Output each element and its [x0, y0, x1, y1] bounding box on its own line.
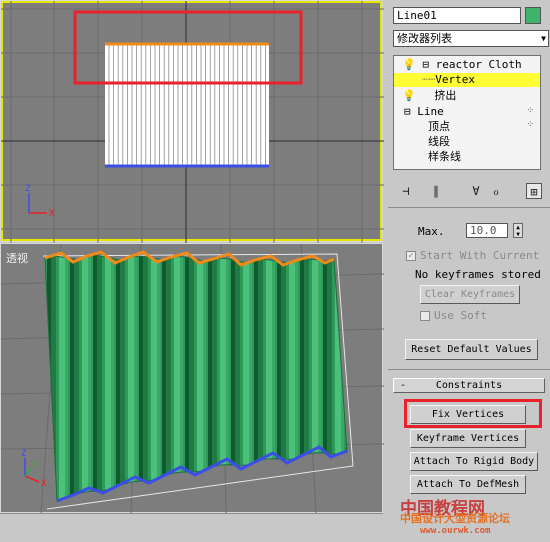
stack-item-spline[interactable]: 样条线 [428, 150, 461, 164]
clear-keyframes-button[interactable]: Clear Keyframes [420, 285, 520, 304]
make-unique-icon[interactable]: ∀ [468, 183, 484, 199]
stack-item-label: 顶点 [428, 120, 450, 133]
vertex-dots-icon: ⁘ [526, 106, 534, 116]
use-soft-label: Use Soft [434, 309, 487, 322]
stack-item-extrude[interactable]: 💡 挤出 [402, 89, 456, 103]
stack-item-label: Line [417, 105, 444, 118]
persp-axis-x-label: X [41, 479, 47, 489]
stack-item-label: 线段 [428, 135, 450, 148]
top-viewport-canvas: Z X [1, 1, 384, 243]
max-spinner[interactable]: ▲ ▼ [513, 223, 523, 238]
perspective-canvas: Z X Y [1, 244, 384, 514]
no-keyframes-label: No keyframes stored [415, 268, 541, 281]
attach-to-rigid-body-button[interactable]: Attach To Rigid Body [410, 452, 538, 471]
stack-item-line[interactable]: ⊟ Line [404, 105, 444, 119]
stack-item-label: 挤出 [434, 89, 457, 102]
axis-gizmo [28, 193, 47, 214]
expand-icon[interactable]: ⊟ [404, 105, 411, 118]
start-with-current-row[interactable]: ✓ Start With Current [406, 249, 539, 262]
persp-axis-z-label: Z [21, 449, 27, 459]
watermark-subtitle: 中国设计大型资源论坛 [400, 512, 510, 525]
chevron-down-icon: ▼ [541, 34, 546, 43]
timeline-bar[interactable] [0, 513, 383, 542]
bulb-icon[interactable]: 💡 [402, 58, 416, 71]
configure-modifier-sets-icon[interactable]: ⊞ [526, 183, 542, 199]
persp-axis-y-label: Y [32, 460, 38, 470]
stack-item-label: Vertex [435, 73, 475, 86]
modifier-list-label: 修改器列表 [397, 32, 452, 45]
pin-stack-icon[interactable]: ⊣ [398, 183, 414, 199]
reset-default-values-button[interactable]: Reset Default Values [405, 339, 538, 360]
constraints-title: Constraints [435, 380, 503, 391]
viewport-label-perspective[interactable]: 透视 [6, 250, 28, 266]
vertex-dots-icon: ⁘ [526, 120, 534, 130]
watermark-url: www.ourwk.com [420, 526, 491, 536]
divider [388, 369, 550, 370]
remove-modifier-icon[interactable]: ℴ [488, 183, 504, 199]
keyframe-vertices-button[interactable]: Keyframe Vertices [410, 429, 526, 448]
axis-x-label: X [49, 209, 55, 219]
stack-item-vertex-sub[interactable]: 顶点 [428, 120, 450, 134]
expand-icon[interactable]: ⊟ [422, 58, 429, 71]
use-soft-row[interactable]: Use Soft [420, 309, 487, 322]
constraints-rollout-header[interactable]: - Constraints [393, 378, 545, 393]
use-soft-checkbox[interactable] [420, 311, 430, 321]
stack-item-vertex[interactable]: ┈┈Vertex [394, 73, 540, 87]
stack-item-label: reactor Cloth [435, 58, 522, 71]
cloth-object-perspective[interactable] [44, 254, 348, 502]
start-with-current-checkbox[interactable]: ✓ [406, 251, 416, 261]
show-end-result-icon[interactable]: ∥ [428, 183, 444, 199]
modifier-stack[interactable]: 💡 ⊟ reactor Cloth ┈┈Vertex 💡 挤出 ⊟ Line 顶… [393, 55, 541, 170]
max-value-field[interactable]: 10.0 [466, 223, 508, 238]
stack-item-segment[interactable]: 线段 [428, 135, 450, 149]
command-panel: Line01 修改器列表 ▼ 💡 ⊟ reactor Cloth ┈┈Verte… [388, 0, 550, 542]
axis-z-label: Z [25, 184, 31, 194]
bulb-icon[interactable]: 💡 [402, 89, 416, 102]
modifier-list-dropdown[interactable]: 修改器列表 ▼ [393, 30, 549, 47]
stack-item-reactor-cloth[interactable]: 💡 ⊟ reactor Cloth [402, 58, 522, 72]
perspective-viewport[interactable]: Z X Y 透视 [0, 243, 384, 514]
top-viewport[interactable]: Z X [0, 0, 384, 243]
attach-to-defmesh-button[interactable]: Attach To DefMesh [410, 475, 526, 494]
start-with-current-label: Start With Current [420, 249, 540, 262]
object-name-field[interactable]: Line01 [393, 7, 521, 24]
object-color-swatch[interactable] [525, 7, 541, 24]
highlight-box-fix-vertices [404, 399, 542, 428]
max-label: Max. [418, 225, 445, 238]
stack-item-label: 样条线 [428, 150, 461, 163]
divider [388, 207, 550, 208]
